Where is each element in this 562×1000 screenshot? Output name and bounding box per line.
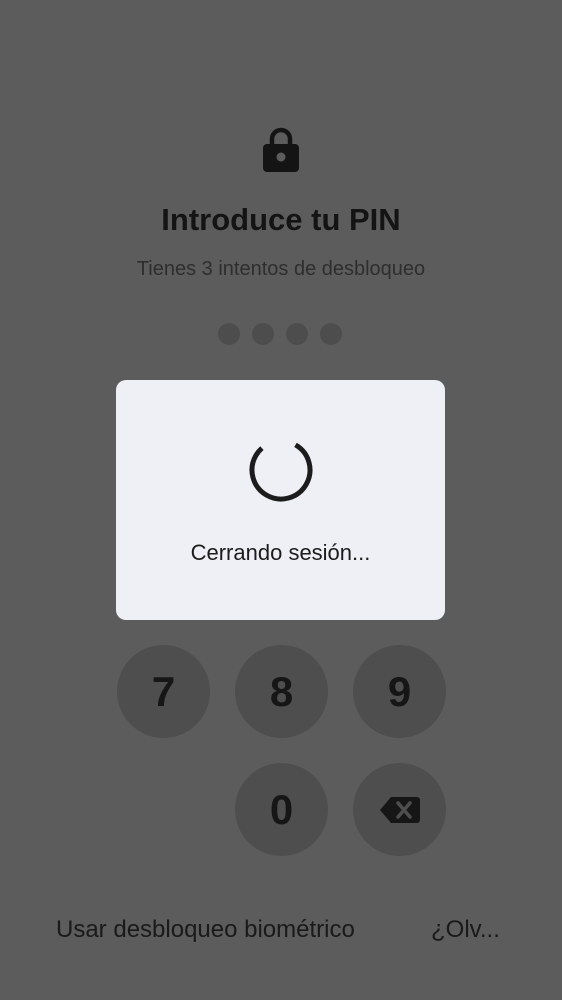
pin-dot — [252, 323, 274, 345]
backspace-icon — [379, 796, 420, 823]
dialog-message: Cerrando sesión... — [190, 540, 371, 565]
backspace-button[interactable] — [353, 763, 446, 856]
logout-progress-dialog: Cerrando sesión... — [116, 380, 445, 620]
key-8[interactable]: 8 — [235, 645, 328, 738]
page-title: Introduce tu PIN — [161, 202, 401, 237]
key-0[interactable]: 0 — [235, 763, 328, 856]
pin-dot — [320, 323, 342, 345]
key-7[interactable]: 7 — [117, 645, 210, 738]
pin-indicator — [218, 323, 342, 345]
lock-icon — [263, 127, 299, 172]
biometric-unlock-link[interactable]: Usar desbloqueo biométrico — [56, 916, 355, 944]
loading-spinner-icon — [249, 438, 313, 502]
pin-dot — [286, 323, 308, 345]
pin-dot — [218, 323, 240, 345]
forgot-pin-link[interactable]: ¿Olv... — [431, 916, 500, 944]
pin-lock-screen: Introduce tu PIN Tienes 3 intentos de de… — [0, 0, 562, 1000]
attempts-subtitle: Tienes 3 intentos de desbloqueo — [136, 258, 426, 280]
key-9[interactable]: 9 — [353, 645, 446, 738]
